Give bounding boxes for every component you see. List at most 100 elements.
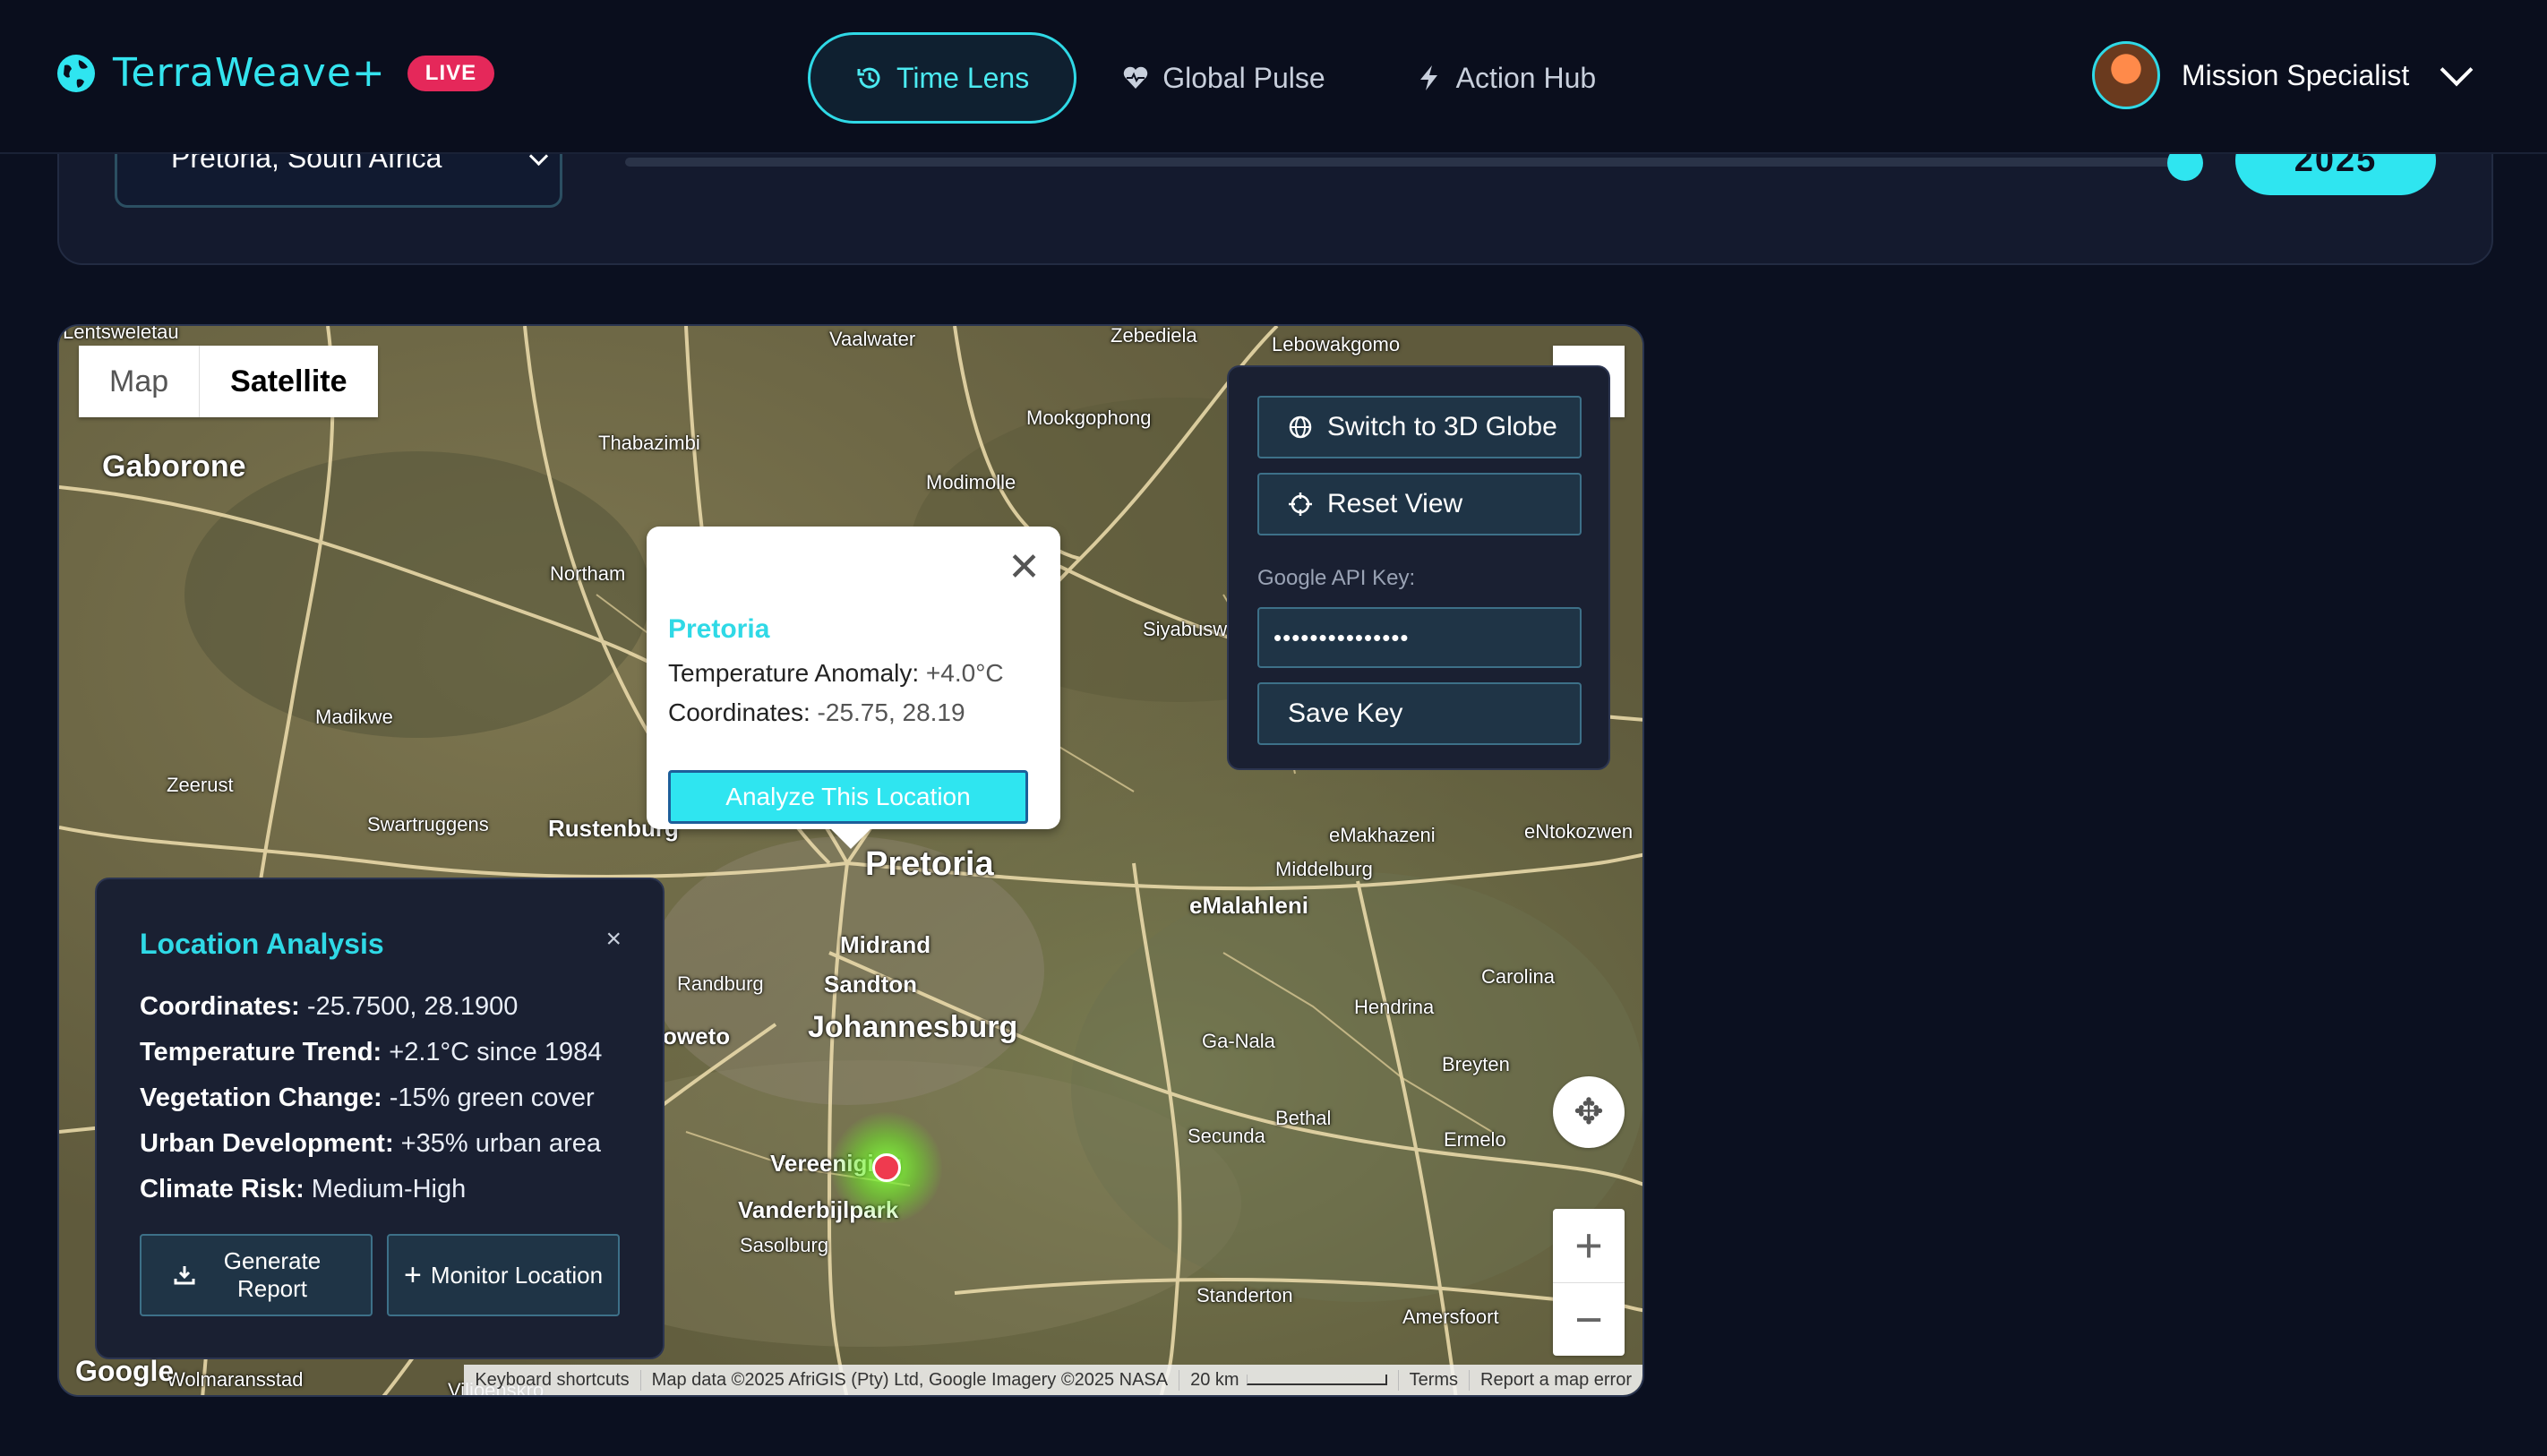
- zoom-out-button[interactable]: −: [1553, 1283, 1625, 1357]
- place-label: Northam: [550, 562, 626, 585]
- analysis-title: Location Analysis: [140, 928, 384, 960]
- save-key-label: Save Key: [1288, 698, 1403, 728]
- nav-action-hub[interactable]: Action Hub: [1370, 35, 1642, 121]
- history-icon: [857, 67, 880, 89]
- popup-temp-label: Temperature Anomaly:: [668, 659, 920, 687]
- place-label: Vaalwater: [829, 328, 916, 350]
- plus-icon: +: [403, 1257, 422, 1292]
- place-label: Randburg: [677, 972, 764, 995]
- analysis-label: Urban Development:: [140, 1129, 394, 1158]
- popup-title: Pretoria: [668, 614, 770, 644]
- place-label: Lebowakgomo: [1272, 333, 1401, 355]
- map-type-control: Map Satellite: [79, 346, 378, 417]
- analysis-row-urban: Urban Development: +35% urban area: [140, 1129, 601, 1159]
- nav-label: Time Lens: [896, 61, 1030, 94]
- zoom-control: + −: [1553, 1209, 1625, 1356]
- keyboard-shortcuts-link[interactable]: Keyboard shortcuts: [464, 1370, 639, 1391]
- place-label: eMakhazeni: [1329, 824, 1436, 846]
- popup-temp-value: +4.0°C: [925, 659, 1004, 687]
- switch-3d-label: Switch to 3D Globe: [1327, 412, 1557, 441]
- place-label: Bethal: [1275, 1107, 1332, 1129]
- scale-bar-line: [1246, 1375, 1387, 1386]
- place-label: Johannesburg: [808, 1010, 1018, 1044]
- place-label: Breyten: [1442, 1053, 1510, 1075]
- analysis-label: Climate Risk:: [140, 1175, 304, 1203]
- place-label: Thabazimbi: [598, 432, 700, 454]
- avatar: [2092, 41, 2160, 109]
- api-key-label: Google API Key:: [1257, 566, 1416, 590]
- analysis-value: +35% urban area: [400, 1129, 601, 1158]
- map-type-map-button[interactable]: Map: [79, 346, 199, 417]
- place-label: Zebediela: [1111, 324, 1197, 347]
- place-label: Modimolle: [926, 471, 1016, 493]
- api-key-input[interactable]: •••••••••••••••: [1257, 607, 1582, 668]
- crosshair-icon: [1289, 492, 1312, 516]
- place-label: Ermelo: [1444, 1128, 1506, 1151]
- place-label: Swartruggens: [367, 813, 489, 835]
- analysis-row-climate-risk: Climate Risk: Medium-High: [140, 1175, 466, 1204]
- analysis-row-vegetation: Vegetation Change: -15% green cover: [140, 1083, 595, 1113]
- brand[interactable]: TerraWeave+ LIVE: [56, 50, 495, 96]
- download-icon: [174, 1266, 195, 1285]
- terms-link[interactable]: Terms: [1397, 1369, 1469, 1391]
- monitor-location-button[interactable]: + Monitor Location: [387, 1234, 620, 1316]
- analysis-label: Temperature Trend:: [140, 1038, 382, 1066]
- live-badge: LIVE: [407, 55, 495, 91]
- zoom-in-button[interactable]: +: [1553, 1209, 1625, 1283]
- app-header: TerraWeave+ LIVE Time Lens Global Pulse …: [0, 0, 2547, 154]
- map-view[interactable]: Lentsweletau Vaalwater Zebediela Lebowak…: [57, 324, 1644, 1397]
- pan-control-icon[interactable]: ✥: [1553, 1076, 1625, 1148]
- place-label: Standerton: [1196, 1284, 1293, 1306]
- generate-report-label: Generate Report: [223, 1247, 322, 1302]
- place-label: Siyabusw: [1143, 618, 1228, 640]
- lightning-icon: [1419, 65, 1437, 90]
- generate-report-button[interactable]: Generate Report: [140, 1234, 373, 1316]
- year-slider-track[interactable]: [625, 158, 2183, 167]
- location-marker[interactable]: [872, 1153, 901, 1182]
- report-error-link[interactable]: Report a map error: [1469, 1369, 1642, 1391]
- place-label: Secunda: [1188, 1125, 1265, 1147]
- map-data-credit: Map data ©2025 AfriGIS (Pty) Ltd, Google…: [639, 1369, 1179, 1391]
- analysis-row-coordinates: Coordinates: -25.7500, 28.1900: [140, 992, 518, 1022]
- info-window: ✕ Pretoria Temperature Anomaly: +4.0°C C…: [647, 527, 1060, 849]
- heart-pulse-icon: [1123, 66, 1148, 89]
- analysis-row-temperature: Temperature Trend: +2.1°C since 1984: [140, 1038, 602, 1067]
- place-label: eMalahleni: [1189, 892, 1308, 919]
- place-label: Hendrina: [1354, 996, 1435, 1018]
- brand-name: TerraWeave+: [113, 50, 386, 96]
- main-nav: Time Lens Global Pulse Action Hub: [808, 32, 1641, 124]
- globe-logo-icon: [57, 54, 95, 92]
- analysis-label: Vegetation Change:: [140, 1083, 382, 1112]
- place-label: Mookgophong: [1026, 407, 1152, 429]
- close-icon[interactable]: ✕: [1008, 548, 1041, 587]
- analysis-value: -25.7500, 28.1900: [306, 992, 519, 1021]
- scale-bar: 20 km: [1179, 1369, 1397, 1391]
- analysis-value: +2.1°C since 1984: [389, 1038, 603, 1066]
- reset-view-label: Reset View: [1327, 489, 1463, 518]
- scale-label: 20 km: [1190, 1369, 1239, 1390]
- chevron-down-icon: [2440, 53, 2474, 87]
- place-label: Sandton: [824, 971, 917, 998]
- map-type-satellite-button[interactable]: Satellite: [199, 346, 377, 417]
- switch-3d-globe-button[interactable]: Switch to 3D Globe: [1257, 396, 1582, 458]
- popup-coordinates: Coordinates: -25.75, 28.19: [668, 698, 965, 727]
- place-label: Zeerust: [167, 774, 234, 796]
- place-label: Amersfoort: [1402, 1306, 1499, 1328]
- analyze-location-button[interactable]: Analyze This Location: [668, 770, 1028, 824]
- close-icon[interactable]: ×: [605, 924, 622, 955]
- analysis-label: Coordinates:: [140, 992, 300, 1021]
- map-settings-panel: Switch to 3D Globe Reset View Google API…: [1227, 365, 1610, 770]
- reset-view-button[interactable]: Reset View: [1257, 473, 1582, 535]
- place-label: Pretoria: [865, 845, 994, 883]
- nav-global-pulse[interactable]: Global Pulse: [1076, 35, 1369, 121]
- place-label: Gaborone: [102, 450, 246, 484]
- analysis-value: Medium-High: [311, 1175, 467, 1203]
- analysis-value: -15% green cover: [389, 1083, 595, 1112]
- place-label: Middelburg: [1275, 858, 1373, 880]
- place-label: Ga-Nala: [1202, 1030, 1275, 1052]
- user-menu[interactable]: Mission Specialist: [2092, 41, 2474, 109]
- place-label: Midrand: [840, 931, 931, 958]
- save-key-button[interactable]: Save Key: [1257, 682, 1582, 745]
- place-label: eNtokozwen: [1524, 820, 1634, 843]
- nav-time-lens[interactable]: Time Lens: [808, 32, 1077, 124]
